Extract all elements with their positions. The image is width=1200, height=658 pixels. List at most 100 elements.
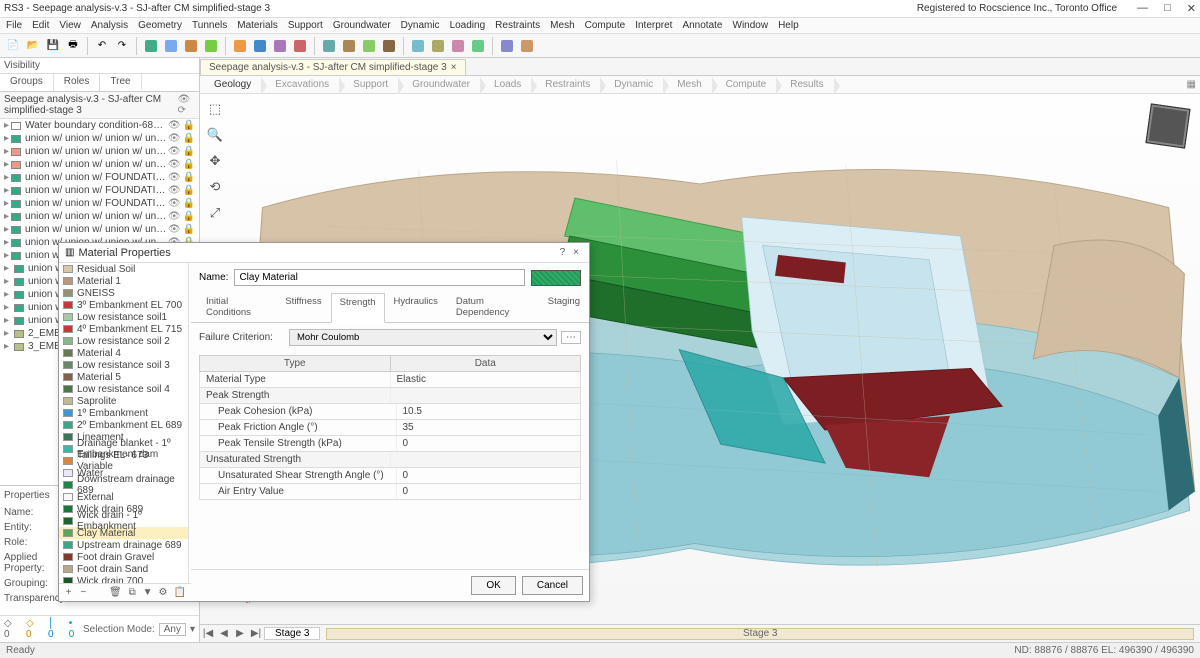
- material-toolbar-button[interactable]: 📋: [173, 586, 187, 599]
- toolbar-tool-16[interactable]: [498, 37, 516, 55]
- toolbar-icon[interactable]: 💾: [44, 37, 62, 55]
- stage-last-icon[interactable]: ▶|: [248, 628, 264, 639]
- material-item[interactable]: 4º Embankment EL 715: [59, 323, 188, 335]
- material-item[interactable]: GNEISS: [59, 287, 188, 299]
- eye-icon[interactable]: 👁: [168, 159, 181, 170]
- breadcrumb-results[interactable]: Results: [776, 77, 833, 92]
- material-item[interactable]: Material 1: [59, 275, 188, 287]
- tree-item[interactable]: ▸union w/ union w/ union w/ union w/ FOU…: [0, 210, 199, 223]
- material-toolbar-button[interactable]: ▼: [142, 586, 154, 599]
- material-item[interactable]: Material 4: [59, 347, 188, 359]
- material-hatch-swatch[interactable]: [531, 270, 581, 286]
- material-item[interactable]: Foot drain Sand: [59, 563, 188, 575]
- toolbar-tool-4[interactable]: [231, 37, 249, 55]
- material-item[interactable]: Upstream drainage 689: [59, 539, 188, 551]
- menu-file[interactable]: File: [6, 20, 22, 31]
- eye-icon[interactable]: 👁: [168, 172, 181, 183]
- dialog-close-icon[interactable]: ×: [569, 247, 583, 258]
- dialog-help-icon[interactable]: ?: [556, 247, 570, 258]
- toolbar-tool-13[interactable]: [429, 37, 447, 55]
- menu-interpret[interactable]: Interpret: [635, 20, 672, 31]
- material-tab-staging[interactable]: Staging: [539, 292, 589, 322]
- toolbar-tool-6[interactable]: [271, 37, 289, 55]
- eye-icon[interactable]: 👁: [168, 185, 181, 196]
- eye-icon[interactable]: 👁: [168, 146, 181, 157]
- lock-icon[interactable]: 🔒: [183, 172, 195, 183]
- toolbar-tool-15[interactable]: [469, 37, 487, 55]
- material-tab-datum-dependency[interactable]: Datum Dependency: [447, 292, 539, 322]
- menu-restraints[interactable]: Restraints: [495, 20, 540, 31]
- menu-edit[interactable]: Edit: [32, 20, 49, 31]
- tree-item[interactable]: ▸union w/ union w/ FOUNDATION.SAPROLITE.…: [0, 184, 199, 197]
- material-toolbar-button[interactable]: ⚙: [158, 586, 169, 599]
- material-list[interactable]: Residual SoilMaterial 1GNEISS3º Embankme…: [59, 263, 189, 583]
- breadcrumb-restraints[interactable]: Restraints: [531, 77, 600, 92]
- breadcrumb-geology[interactable]: Geology: [200, 77, 261, 92]
- material-toolbar-button[interactable]: +: [63, 586, 74, 599]
- grid-row[interactable]: Material TypeElastic: [199, 372, 581, 388]
- close-icon[interactable]: ✕: [1187, 2, 1196, 15]
- breadcrumb-excavations[interactable]: Excavations: [261, 77, 339, 92]
- material-item[interactable]: Wick drain 700: [59, 575, 188, 583]
- material-toolbar-button[interactable]: ⧉: [127, 586, 138, 599]
- view-cube[interactable]: [1145, 103, 1190, 148]
- breadcrumb-support[interactable]: Support: [339, 77, 398, 92]
- tree-item[interactable]: ▸union w/ union w/ FOUNDATION.SAPROLITE.…: [0, 197, 199, 210]
- eye-icon[interactable]: 👁: [168, 120, 181, 131]
- eye-icon[interactable]: 👁: [168, 133, 181, 144]
- material-item[interactable]: Low resistance soil 4: [59, 383, 188, 395]
- grid-row[interactable]: Air Entry Value0: [199, 484, 581, 500]
- material-toolbar-button[interactable]: −: [78, 586, 89, 599]
- material-tab-initial-conditions[interactable]: Initial Conditions: [197, 292, 276, 322]
- pan-icon[interactable]: ✥: [206, 152, 224, 170]
- material-tab-strength[interactable]: Strength: [331, 293, 385, 323]
- breadcrumb-groundwater[interactable]: Groundwater: [398, 77, 480, 92]
- menu-mesh[interactable]: Mesh: [550, 20, 574, 31]
- stage-timeline[interactable]: Stage 3: [326, 628, 1194, 640]
- lock-icon[interactable]: 🔒: [183, 146, 195, 157]
- material-tab-stiffness[interactable]: Stiffness: [276, 292, 330, 322]
- eye-icon[interactable]: 👁: [168, 224, 181, 235]
- tree-item[interactable]: ▸union w/ union w/ union w/ union w/ FOU…: [0, 223, 199, 236]
- stage-first-icon[interactable]: |◀: [200, 628, 216, 639]
- tree-item[interactable]: ▸union w/ union w/ union w/ union w/ uni…: [0, 158, 199, 171]
- material-item[interactable]: Low resistance soil 3: [59, 359, 188, 371]
- visibility-tab-groups[interactable]: Groups: [0, 74, 54, 91]
- grid-icon[interactable]: ▦: [1187, 79, 1196, 90]
- toolbar-tool-11[interactable]: [380, 37, 398, 55]
- material-toolbar-button[interactable]: [93, 586, 104, 599]
- stage-next-icon[interactable]: ▶: [232, 628, 248, 639]
- zoom-extents-icon[interactable]: ⬚: [206, 100, 224, 118]
- menu-tunnels[interactable]: Tunnels: [192, 20, 227, 31]
- cancel-button[interactable]: Cancel: [522, 576, 583, 595]
- visibility-tab-roles[interactable]: Roles: [54, 74, 101, 91]
- lock-icon[interactable]: 🔒: [183, 224, 195, 235]
- grid-row[interactable]: Unsaturated Shear Strength Angle (°)0: [199, 468, 581, 484]
- grid-row[interactable]: Peak Cohesion (kPa)10.5: [199, 404, 581, 420]
- selection-mode-value[interactable]: Any: [159, 623, 186, 636]
- toolbar-tool-8[interactable]: [320, 37, 338, 55]
- tree-item[interactable]: ▸Water boundary condition-685_geom.Defau…: [0, 119, 199, 132]
- toolbar-tool-12[interactable]: [409, 37, 427, 55]
- zoom-icon[interactable]: 🔍: [206, 126, 224, 144]
- material-tab-hydraulics[interactable]: Hydraulics: [385, 292, 447, 322]
- toolbar-tool-0[interactable]: [142, 37, 160, 55]
- material-item[interactable]: Residual Soil: [59, 263, 188, 275]
- selection-mode-dropdown-icon[interactable]: ▾: [190, 624, 195, 635]
- material-item[interactable]: Tailings EL- 673 Variable: [59, 455, 188, 467]
- toolbar-tool-10[interactable]: [360, 37, 378, 55]
- dialog-titlebar[interactable]: ▥ Material Properties ? ×: [59, 243, 589, 263]
- toolbar-icon[interactable]: ↷: [113, 37, 131, 55]
- lock-icon[interactable]: 🔒: [183, 185, 195, 196]
- menu-support[interactable]: Support: [288, 20, 323, 31]
- material-item[interactable]: Low resistance soil1: [59, 311, 188, 323]
- breadcrumb-mesh[interactable]: Mesh: [663, 77, 711, 92]
- material-toolbar-button[interactable]: 🗑: [108, 586, 123, 599]
- breadcrumb-dynamic[interactable]: Dynamic: [600, 77, 663, 92]
- menu-geometry[interactable]: Geometry: [138, 20, 182, 31]
- material-item[interactable]: Saprolite: [59, 395, 188, 407]
- ok-button[interactable]: OK: [471, 576, 515, 595]
- failure-criterion-select[interactable]: Mohr Coulomb: [289, 329, 557, 346]
- toolbar-tool-17[interactable]: [518, 37, 536, 55]
- expand-icon[interactable]: ⤢: [206, 204, 224, 222]
